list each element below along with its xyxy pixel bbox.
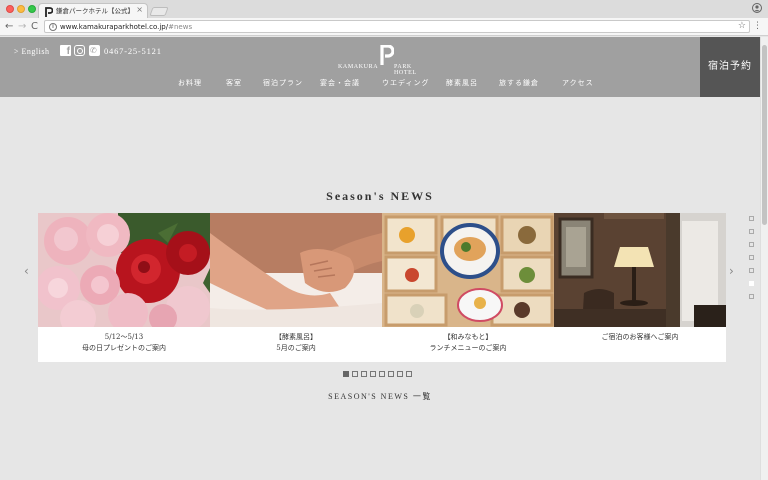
hotel-logo[interactable]: KAMAKURA PARK HOTEL (338, 45, 434, 76)
news-card-line2: ランチメニューのご案内 (429, 344, 507, 352)
news-card-text: 5/12～5/13 母の日プレゼントのご案内 (38, 332, 210, 354)
browser-toolbar: ← → C i www.kamakuraparkhotel.co.jp/#new… (0, 18, 768, 36)
foot-massage-photo (210, 213, 382, 327)
news-card[interactable]: 5/12～5/13 母の日プレゼントのご案内 (38, 213, 210, 362)
forward-arrow-icon[interactable]: → (18, 21, 26, 32)
lounge-photo (554, 213, 726, 327)
bookmark-star-icon[interactable]: ☆ (738, 21, 746, 32)
facebook-icon[interactable]: f (60, 45, 71, 57)
section-title: Season's NEWS (326, 189, 434, 203)
section-nav-dot[interactable] (749, 294, 754, 299)
news-card-line2: 5月のご案内 (276, 344, 316, 352)
browser-tabstrip: 鎌倉パークホテル【公式】 KA × (0, 0, 768, 19)
nav-enzyme-bath[interactable]: 酵素風呂 (446, 78, 478, 88)
hotel-favicon-icon (45, 7, 53, 17)
roses-photo (38, 213, 210, 327)
section-nav-dot[interactable] (749, 255, 754, 260)
bento-photo (382, 213, 554, 327)
browser-menu-icon[interactable]: ⋮ (753, 21, 762, 32)
nav-wedding[interactable]: ウエディング (382, 78, 430, 88)
news-card[interactable]: 【和みなもと】 ランチメニューのご案内 (382, 213, 554, 362)
news-card-line1: 【酵素風呂】 (275, 333, 317, 341)
news-slider: 5/12～5/13 母の日プレゼントのご案内 【酵素風呂】 5月のご案内 【和み… (38, 213, 726, 362)
global-nav: お料理 客室 宿泊プラン 宴会・会議 ウエディング 酵素風呂 旅する鎌倉 アクセ… (168, 78, 608, 90)
section-nav-dot[interactable] (749, 281, 754, 286)
instagram-icon[interactable] (74, 45, 85, 56)
news-card[interactable]: 【酵素風呂】 5月のご案内 (210, 213, 382, 362)
logo-p-mark-icon (380, 45, 394, 65)
nav-stay-plans[interactable]: 宿泊プラン (263, 78, 303, 88)
maximize-window-button[interactable] (28, 5, 36, 13)
news-card-text: 【酵素風呂】 5月のご案内 (210, 332, 382, 354)
slider-dot[interactable] (343, 371, 349, 377)
slider-prev-icon[interactable]: ‹ (24, 264, 29, 278)
page-viewport: > English f ✆ 0467-25-5121 KAMAKURA PARK… (0, 37, 760, 480)
site-header: > English f ✆ 0467-25-5121 KAMAKURA PARK… (0, 37, 760, 97)
slider-next-icon[interactable]: › (729, 264, 734, 278)
url-hash: #news (168, 23, 193, 31)
new-tab-button[interactable] (149, 7, 169, 16)
page-scrollbar[interactable] (760, 37, 768, 480)
news-card-line2: 母の日プレゼントのご案内 (82, 344, 166, 352)
english-link[interactable]: > English (14, 47, 49, 56)
url-main: www.kamakuraparkhotel.co.jp/ (60, 23, 169, 31)
news-card[interactable]: ご宿泊のお客様へご案内 (554, 213, 726, 362)
news-card-text: 【和みなもと】 ランチメニューのご案内 (382, 332, 554, 354)
reload-icon[interactable]: C (31, 21, 38, 32)
close-window-button[interactable] (6, 5, 14, 13)
site-info-icon[interactable]: i (49, 23, 57, 31)
slider-dot[interactable] (388, 371, 394, 377)
section-nav-dot[interactable] (749, 216, 754, 221)
back-arrow-icon[interactable]: ← (5, 21, 13, 32)
nav-banquets[interactable]: 宴会・会議 (320, 78, 360, 88)
nav-cuisine[interactable]: お料理 (178, 78, 202, 88)
section-nav-dot[interactable] (749, 229, 754, 234)
tab-title: 鎌倉パークホテル【公式】 KA (56, 7, 136, 15)
nav-travel-kamakura[interactable]: 旅する鎌倉 (499, 78, 539, 88)
phone-number[interactable]: 0467-25-5121 (104, 46, 162, 56)
logo-text-left: KAMAKURA (338, 64, 379, 70)
news-card-text: ご宿泊のお客様へご案内 (554, 332, 726, 343)
news-card-line1: 5/12～5/13 (104, 333, 144, 341)
section-nav-dot[interactable] (749, 242, 754, 247)
slider-dot[interactable] (370, 371, 376, 377)
minimize-window-button[interactable] (17, 5, 25, 13)
phone-icon[interactable]: ✆ (89, 45, 100, 56)
address-bar[interactable]: i www.kamakuraparkhotel.co.jp/#news ☆ (44, 20, 750, 33)
slider-dot[interactable] (397, 371, 403, 377)
reservation-button[interactable]: 宿泊予約 (700, 37, 760, 97)
url-text[interactable]: www.kamakuraparkhotel.co.jp/#news (60, 22, 192, 32)
news-list-link[interactable]: SEASON'S NEWS 一覧 (0, 391, 760, 402)
logo-text-right: PARK HOTEL (394, 64, 417, 76)
profile-icon[interactable] (752, 3, 762, 13)
browser-tab[interactable]: 鎌倉パークホテル【公式】 KA × (38, 3, 148, 19)
nav-rooms[interactable]: 客室 (226, 78, 242, 88)
tab-close-icon[interactable]: × (136, 5, 143, 15)
news-card-line1: 【和みなもと】 (443, 333, 493, 341)
slider-dot[interactable] (352, 371, 358, 377)
section-nav-dot[interactable] (749, 268, 754, 273)
slider-dot[interactable] (379, 371, 385, 377)
slider-dot[interactable] (406, 371, 412, 377)
slider-dot[interactable] (361, 371, 367, 377)
scrollbar-thumb[interactable] (762, 45, 767, 225)
nav-access[interactable]: アクセス (562, 78, 594, 88)
news-card-line1: ご宿泊のお客様へご案内 (601, 333, 679, 341)
